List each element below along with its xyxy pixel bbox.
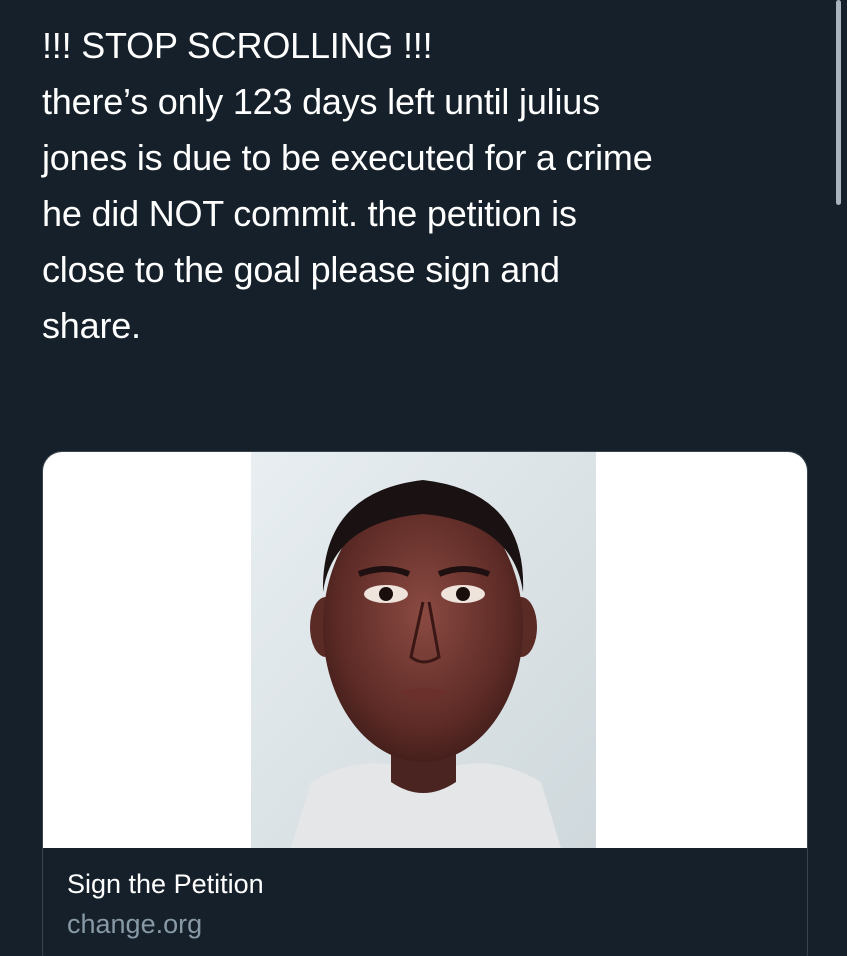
scrollbar[interactable] (836, 0, 841, 205)
portrait-photo (251, 452, 596, 848)
card-image[interactable] (43, 452, 807, 848)
card-footer[interactable]: Sign the Petition change.org (43, 849, 807, 956)
tweet-text: !!! STOP SCROLLING !!! there’s only 123 … (42, 25, 653, 346)
link-card[interactable]: Sign the Petition change.org (42, 451, 808, 956)
card-title[interactable]: Sign the Petition (67, 869, 264, 900)
card-domain: change.org (67, 909, 203, 939)
